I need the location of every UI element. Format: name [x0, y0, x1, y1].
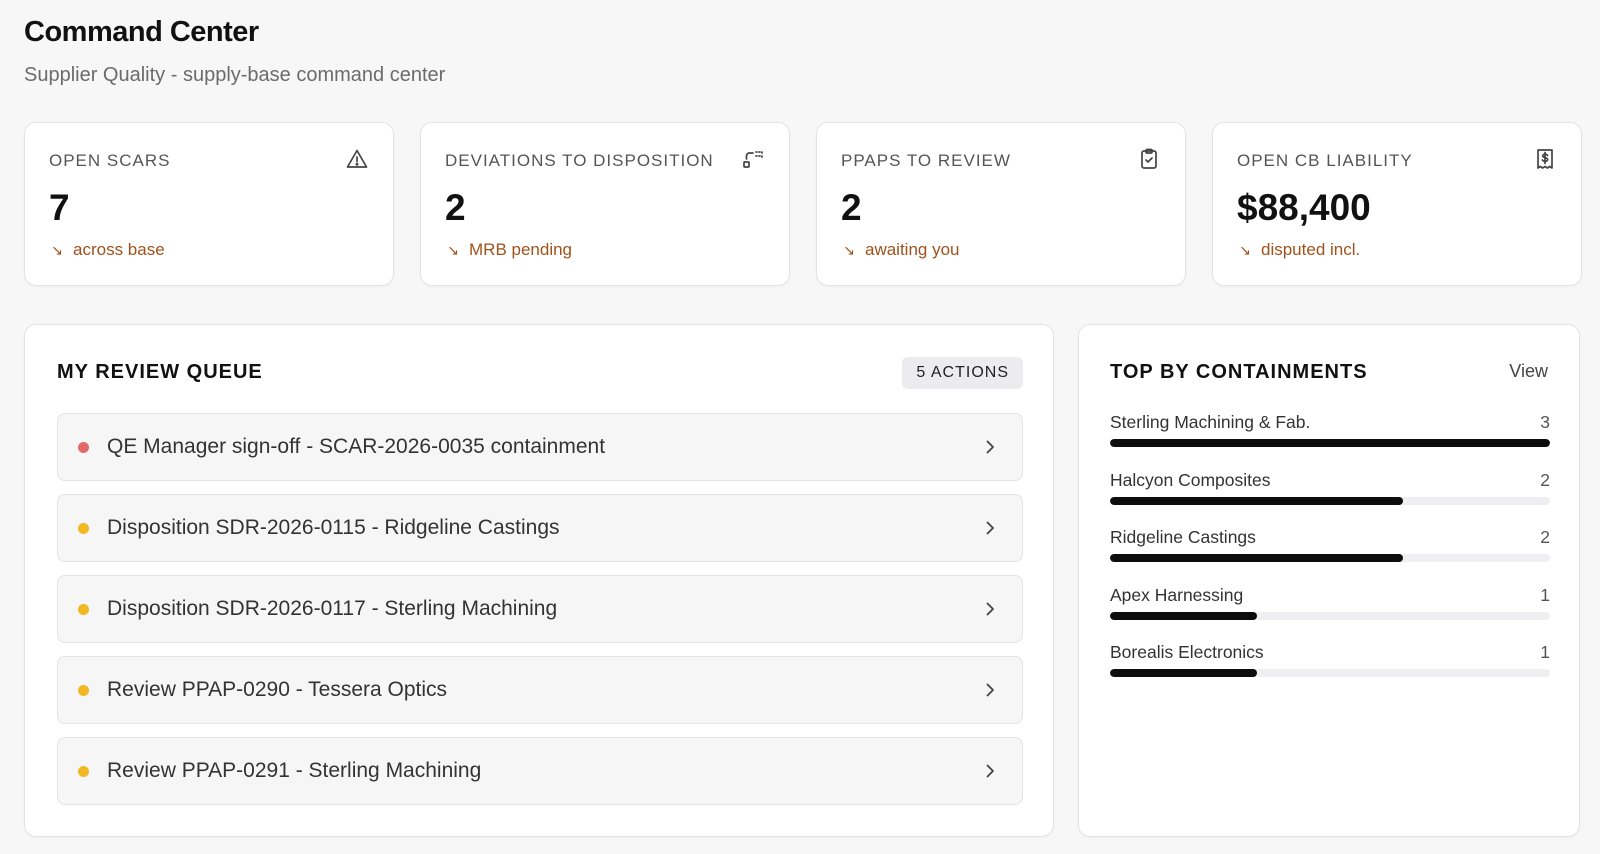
top-containments-list: Sterling Machining & Fab. 3 Halcyon Comp…	[1110, 412, 1550, 700]
containment-bar-fill	[1110, 554, 1404, 562]
view-link[interactable]: View	[1509, 361, 1548, 382]
status-dot	[78, 684, 89, 696]
status-dot	[78, 441, 89, 453]
containment-bar-track	[1110, 439, 1550, 447]
containment-bar-track	[1110, 611, 1550, 620]
containment-row: Halcyon Composites 2	[1110, 470, 1550, 528]
containment-row: Ridgeline Castings 2	[1110, 527, 1550, 585]
kpi-value: 2	[445, 187, 466, 228]
containment-count: 1	[1540, 584, 1550, 605]
containment-bar-fill	[1110, 669, 1257, 677]
containment-bar-track	[1110, 669, 1550, 677]
kpi-delta-text: disputed incl.	[1261, 240, 1361, 259]
kpi-label: OPEN SCARS	[49, 151, 171, 170]
kpi-value: $88,400	[1237, 187, 1371, 228]
review-queue-title: MY REVIEW QUEUE	[57, 361, 263, 383]
containment-count: 2	[1540, 527, 1550, 547]
queue-item[interactable]: Review PPAP-0291 - Sterling Machining	[57, 737, 1023, 805]
containment-count: 2	[1540, 469, 1550, 490]
receipt-dollar-icon	[1533, 147, 1557, 171]
chevron-right-icon	[982, 439, 998, 455]
clipboard-check-icon	[1137, 147, 1161, 171]
kpi-card-cb-liability[interactable]: OPEN CB LIABILITY $88,400 ↘ disputed inc…	[1212, 122, 1582, 286]
kpi-delta: ↘ across base	[49, 240, 165, 260]
top-containments-panel: TOP BY CONTAINMENTS View Sterling Machin…	[1078, 324, 1580, 837]
actions-count-badge: 5 ACTIONS	[902, 357, 1023, 389]
page-subtitle: Supplier Quality - supply-base command c…	[24, 64, 446, 86]
kpi-delta-text: MRB pending	[469, 240, 573, 259]
kpi-delta: ↘ MRB pending	[445, 240, 572, 260]
kpi-value: 2	[841, 187, 862, 228]
containment-bar-fill	[1110, 439, 1550, 447]
chevron-right-icon	[982, 682, 998, 698]
queue-item-text: Disposition SDR-2026-0115 - Ridgeline Ca…	[107, 516, 560, 539]
kpi-delta: ↘ disputed incl.	[1237, 240, 1360, 260]
queue-item-text: Review PPAP-0291 - Sterling Machining	[107, 759, 482, 782]
status-dot	[78, 522, 89, 534]
supplier-name: Sterling Machining & Fab.	[1110, 412, 1311, 432]
containment-row: Borealis Electronics 1	[1110, 642, 1550, 700]
top-containments-title: TOP BY CONTAINMENTS	[1110, 361, 1368, 383]
kpi-label: DEVIATIONS TO DISPOSITION	[445, 151, 714, 170]
kpi-card-deviations[interactable]: DEVIATIONS TO DISPOSITION 2 ↘ MRB pendin…	[420, 122, 790, 286]
containment-row: Sterling Machining & Fab. 3	[1110, 412, 1550, 470]
kpi-card-open-scars[interactable]: OPEN SCARS 7 ↘ across base	[24, 122, 394, 286]
arrow-down-right-icon: ↘	[447, 241, 459, 258]
supplier-name: Ridgeline Castings	[1110, 527, 1256, 547]
status-dot	[78, 603, 89, 615]
queue-item[interactable]: Disposition SDR-2026-0117 - Sterling Mac…	[57, 575, 1023, 643]
kpi-delta-text: awaiting you	[865, 240, 960, 259]
arrow-down-right-icon: ↘	[1239, 241, 1251, 258]
supplier-name: Apex Harnessing	[1110, 584, 1244, 605]
queue-item[interactable]: Disposition SDR-2026-0115 - Ridgeline Ca…	[57, 494, 1023, 562]
supplier-name: Borealis Electronics	[1110, 642, 1264, 662]
containment-bar-fill	[1110, 611, 1257, 620]
kpi-row: OPEN SCARS 7 ↘ across base DEVIATIONS TO…	[24, 122, 1582, 286]
arrow-down-right-icon: ↘	[843, 241, 855, 258]
review-queue-panel: MY REVIEW QUEUE 5 ACTIONS QE Manager sig…	[24, 324, 1054, 837]
kpi-delta: ↘ awaiting you	[841, 240, 960, 260]
kpi-value: 7	[49, 187, 70, 228]
kpi-card-ppaps[interactable]: PPAPS TO REVIEW 2 ↘ awaiting you	[816, 122, 1186, 286]
git-diff-icon	[741, 147, 765, 171]
chevron-right-icon	[982, 763, 998, 779]
containment-row: Apex Harnessing 1	[1110, 585, 1550, 643]
arrow-down-right-icon: ↘	[51, 241, 63, 258]
containment-count: 3	[1540, 412, 1550, 432]
containment-bar-track	[1110, 554, 1550, 562]
kpi-delta-text: across base	[73, 240, 165, 259]
status-dot	[78, 765, 89, 777]
queue-item[interactable]: QE Manager sign-off - SCAR-2026-0035 con…	[57, 413, 1023, 481]
containment-count: 1	[1540, 642, 1550, 662]
queue-item-text: Disposition SDR-2026-0117 - Sterling Mac…	[107, 597, 558, 620]
kpi-label: PPAPS TO REVIEW	[841, 151, 1011, 170]
supplier-name: Halcyon Composites	[1110, 469, 1271, 490]
containment-bar-fill	[1110, 496, 1404, 505]
queue-item-text: QE Manager sign-off - SCAR-2026-0035 con…	[107, 435, 606, 458]
chevron-right-icon	[982, 520, 998, 536]
queue-item-text: Review PPAP-0290 - Tessera Optics	[107, 678, 448, 701]
page-title: Command Center	[24, 16, 259, 48]
warning-triangle-icon	[345, 147, 369, 171]
queue-item[interactable]: Review PPAP-0290 - Tessera Optics	[57, 656, 1023, 724]
kpi-label: OPEN CB LIABILITY	[1237, 151, 1413, 170]
review-queue-list: QE Manager sign-off - SCAR-2026-0035 con…	[57, 413, 1023, 805]
containment-bar-track	[1110, 496, 1550, 505]
chevron-right-icon	[982, 601, 998, 617]
